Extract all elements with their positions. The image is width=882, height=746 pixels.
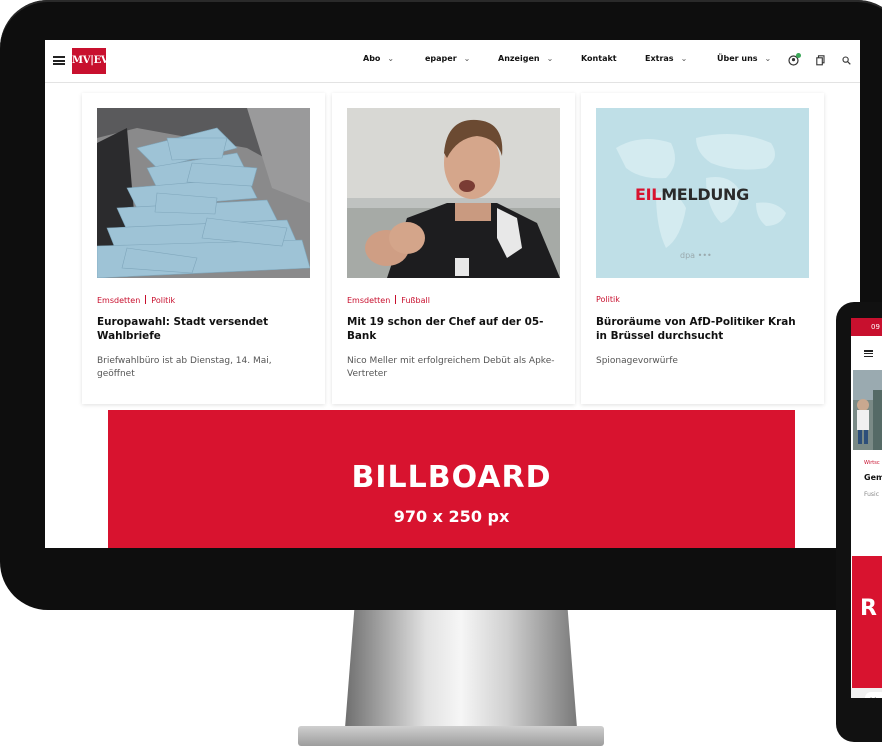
site-logo[interactable]: MV|EV: [72, 48, 109, 74]
article-location[interactable]: Emsdetten: [347, 296, 390, 305]
nav-item-epaper[interactable]: epaper ⌄: [425, 54, 470, 63]
article-image-coach: [347, 108, 560, 278]
article-meta: Emsdetten Politik: [97, 295, 175, 305]
phone-screen: 09 Wirtsc Gem Fusic R AA: [851, 318, 882, 698]
nav-item-ueber-uns[interactable]: Über uns ⌄: [717, 54, 771, 63]
article-category[interactable]: Fußball: [401, 296, 430, 305]
article-image-ballots: [97, 108, 310, 278]
phone-article-teaser: Fusic: [864, 491, 880, 498]
breaking-label-red: EIL: [635, 185, 662, 204]
article-title[interactable]: Büroräume von AfD-Politiker Krah in Brüs…: [596, 315, 810, 343]
monitor-stand-base: [298, 726, 604, 746]
nav-item-kontakt[interactable]: Kontakt: [581, 54, 617, 63]
billboard-ad[interactable]: BILLBOARD 970 x 250 px: [108, 410, 795, 548]
chevron-down-icon: ⌄: [764, 54, 772, 63]
nav-item-anzeigen[interactable]: Anzeigen ⌄: [498, 54, 553, 63]
notification-dot: [796, 53, 801, 58]
phone-font-size-button[interactable]: AA: [865, 692, 882, 698]
phone-article-category[interactable]: Wirtsc: [864, 460, 880, 466]
breaking-label-dark: MELDUNG: [661, 185, 749, 204]
article-category[interactable]: Politik: [151, 296, 175, 305]
nav-item-abo[interactable]: Abo ⌄: [363, 54, 394, 63]
top-navigation: MV|EV Abo ⌄ epaper ⌄ Anzeigen ⌄ Kontakt Ext…: [45, 40, 860, 83]
article-card[interactable]: EILMELDUNG dpa ••• Politik Büroräume von…: [581, 93, 824, 404]
meta-separator: [145, 295, 147, 304]
chevron-down-icon: ⌄: [546, 54, 554, 63]
mockup-stage: MV|EV Abo ⌄ epaper ⌄ Anzeigen ⌄ Kontakt Ext…: [0, 0, 882, 746]
image-credit: dpa •••: [680, 251, 712, 260]
meta-separator: [395, 295, 397, 304]
search-icon[interactable]: [842, 56, 851, 65]
article-location[interactable]: Emsdetten: [97, 296, 140, 305]
copy-icon[interactable]: [816, 55, 825, 66]
monitor-stand-neck: [345, 610, 577, 728]
article-image-breaking-news: EILMELDUNG dpa •••: [596, 108, 809, 278]
article-card[interactable]: Emsdetten Fußball Mit 19 schon der Chef a…: [332, 93, 575, 404]
article-category[interactable]: Politik: [596, 295, 620, 304]
desktop-screen: MV|EV Abo ⌄ epaper ⌄ Anzeigen ⌄ Kontakt Ext…: [45, 40, 860, 548]
article-teaser: Briefwahlbüro ist ab Dienstag, 14. Mai, …: [97, 356, 272, 379]
article-card[interactable]: Emsdetten Politik Europawahl: Stadt verse…: [82, 93, 325, 404]
phone-article-image: [853, 370, 882, 450]
article-meta: Emsdetten Fußball: [347, 295, 430, 305]
phone-billboard-ad[interactable]: R: [852, 556, 882, 692]
phone-article-title[interactable]: Gem: [864, 473, 882, 482]
chevron-down-icon: ⌄: [387, 54, 395, 63]
menu-icon[interactable]: [53, 56, 65, 65]
chevron-down-icon: ⌄: [463, 54, 471, 63]
phone-browser-bar: AA: [851, 688, 882, 698]
billboard-title: BILLBOARD: [351, 460, 552, 495]
phone-status-bar: 09: [851, 318, 882, 336]
phone-billboard-letter: R: [860, 596, 877, 621]
article-teaser: Spionagevorwürfe: [596, 356, 678, 366]
article-meta: Politik: [596, 295, 620, 304]
chevron-down-icon: ⌄: [680, 54, 688, 63]
article-title[interactable]: Europawahl: Stadt versendet Wahlbriefe: [97, 315, 311, 343]
billboard-size: 970 x 250 px: [393, 507, 510, 526]
article-title[interactable]: Mit 19 schon der Chef auf der 05-Bank: [347, 315, 561, 343]
phone-menu-icon[interactable]: [864, 350, 873, 358]
nav-item-extras[interactable]: Extras ⌄: [645, 54, 687, 63]
article-teaser: Nico Meller mit erfolgreichem Debüt als …: [347, 356, 555, 379]
